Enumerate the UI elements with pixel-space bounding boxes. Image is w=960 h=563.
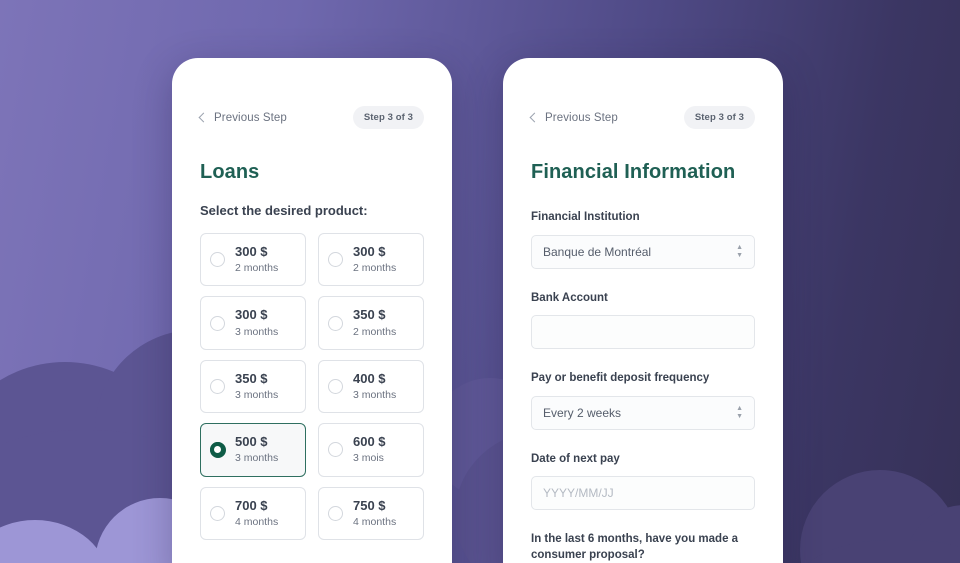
previous-step-label: Previous Step (545, 111, 618, 124)
loan-amount: 300 $ (235, 244, 268, 259)
bank-account-label: Bank Account (531, 291, 608, 304)
page-title: Loans (200, 161, 260, 183)
radio-icon[interactable] (328, 505, 343, 521)
loan-amount: 750 $ (353, 497, 386, 513)
loan-amount: 500 $ (235, 434, 268, 450)
stepper-arrows-icon: ▲ ▼ (736, 404, 743, 420)
radio-icon[interactable] (210, 252, 225, 268)
loan-term: 3 months (235, 325, 279, 338)
loan-amount: 350 $ (235, 370, 268, 386)
loan-term: 4 months (353, 515, 397, 528)
chevron-left-icon (529, 112, 540, 123)
date-of-next-pay-placeholder: YYYY/MM/JJ (543, 486, 614, 501)
previous-step-button[interactable]: Previous Step (198, 111, 287, 124)
previous-step-label: Previous Step (214, 111, 287, 124)
loan-option-card[interactable]: 300 $ 2 months (318, 233, 424, 287)
stepper-arrows-icon: ▲ ▼ (736, 243, 743, 259)
radio-icon-selected[interactable] (209, 441, 226, 458)
loan-amount: 400 $ (353, 370, 386, 386)
radio-icon[interactable] (328, 442, 343, 458)
loan-amount: 600 $ (353, 434, 386, 450)
financial-institution-label: Financial Institution (531, 211, 640, 223)
loan-option-card[interactable]: 400 $ 3 months (318, 359, 424, 414)
loan-term: 2 months (353, 262, 397, 275)
app-background: Previous Step Step 3 of 3 Loans Select t… (0, 0, 960, 563)
loan-term: 3 mois (353, 452, 384, 465)
chevron-left-icon (198, 112, 209, 123)
radio-icon[interactable] (328, 315, 343, 331)
loan-option-card[interactable]: 750 $ 4 months (318, 486, 424, 540)
loan-term: 3 months (235, 389, 279, 401)
step-badge: Step 3 of 3 (352, 106, 424, 129)
loan-option-card[interactable]: 350 $ 3 months (200, 359, 306, 414)
radio-icon[interactable] (210, 505, 225, 521)
radio-icon[interactable] (210, 315, 225, 331)
loan-term: 3 months (235, 452, 279, 465)
consumer-proposal-question: In the last 6 months, have you made a co… (531, 533, 739, 561)
previous-step-button[interactable]: Previous Step (529, 111, 618, 124)
cloud-shape (905, 505, 960, 563)
loan-term: 2 months (353, 325, 397, 338)
loan-amount: 300 $ (235, 307, 268, 323)
bank-account-input[interactable] (531, 315, 755, 350)
loan-term: 4 months (235, 515, 279, 528)
loan-term: 2 months (235, 262, 279, 275)
financial-institution-select[interactable]: Banque de Montréal ▲ ▼ (531, 234, 755, 269)
cloud-shape (790, 540, 960, 563)
cloud-shape (0, 362, 190, 563)
cloud-shape (800, 470, 960, 563)
radio-icon[interactable] (328, 378, 343, 394)
step-badge: Step 3 of 3 (683, 106, 755, 129)
section-subtitle: Select the desired product: (200, 203, 368, 218)
loan-amount: 700 $ (235, 497, 268, 513)
loan-term: 3 months (353, 389, 397, 401)
loan-options-grid: 300 $ 2 months 300 $ 2 months 300 $ 3 mo… (200, 233, 424, 540)
financial-institution-value: Banque de Montréal (543, 244, 652, 259)
loan-option-card[interactable]: 700 $ 4 months (200, 486, 306, 540)
loan-amount: 350 $ (353, 307, 386, 323)
left-topbar: Previous Step Step 3 of 3 (198, 58, 424, 129)
radio-icon[interactable] (210, 378, 225, 394)
deposit-frequency-select[interactable]: Every 2 weeks ▲ ▼ (531, 395, 755, 430)
phone-screen-financial-information: Previous Step Step 3 of 3 Financial Info… (503, 58, 783, 563)
date-of-next-pay-input[interactable]: YYYY/MM/JJ (531, 476, 755, 511)
phone-screen-loans: Previous Step Step 3 of 3 Loans Select t… (172, 58, 452, 563)
loan-option-card-selected[interactable]: 500 $ 3 months (200, 423, 306, 477)
decorative-clouds (0, 0, 960, 563)
loan-amount: 300 $ (353, 244, 386, 259)
cloud-shape-light (0, 520, 110, 563)
loan-option-card[interactable]: 300 $ 2 months (200, 233, 306, 287)
loan-option-card[interactable]: 300 $ 3 months (200, 296, 306, 350)
radio-icon[interactable] (328, 252, 343, 268)
page-title: Financial Information (531, 161, 736, 183)
date-of-next-pay-label: Date of next pay (531, 452, 620, 465)
loan-option-card[interactable]: 350 $ 2 months (318, 296, 424, 350)
deposit-frequency-label: Pay or benefit deposit frequency (531, 372, 710, 385)
right-topbar: Previous Step Step 3 of 3 (529, 58, 755, 129)
deposit-frequency-value: Every 2 weeks (543, 405, 622, 420)
loan-option-card[interactable]: 600 $ 3 mois (318, 423, 424, 477)
